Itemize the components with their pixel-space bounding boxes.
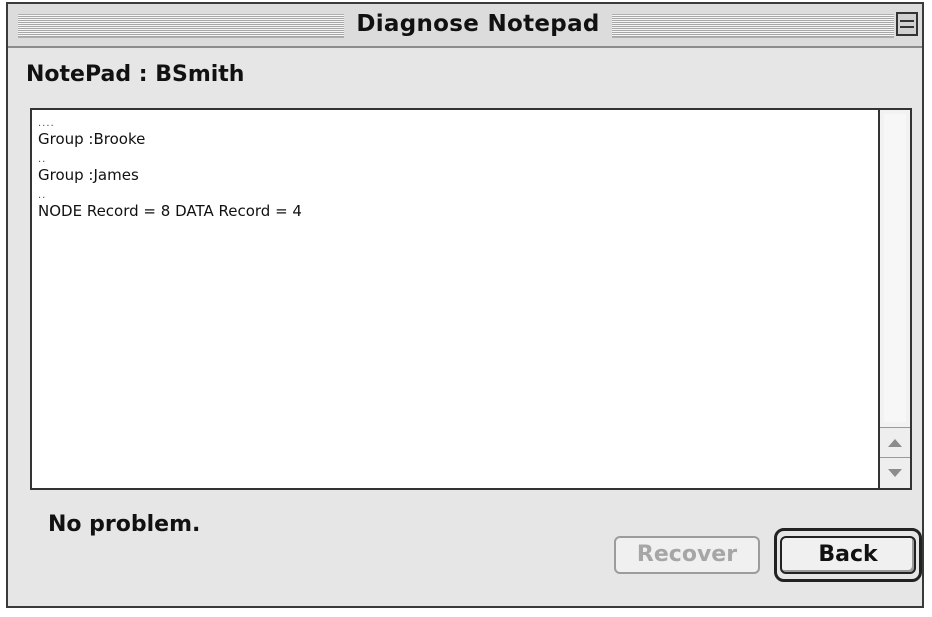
notepad-heading: NotePad : BSmith <box>26 62 245 87</box>
title-bar-stripes-left <box>18 14 344 38</box>
window-title: Diagnose Notepad <box>356 11 600 37</box>
diagnose-notepad-window: Diagnose Notepad NotePad : BSmith .... G… <box>6 2 924 608</box>
back-button[interactable]: Back <box>780 536 916 574</box>
text-line: Group :Brooke <box>38 130 146 148</box>
notepad-text-area[interactable]: .... Group :Brooke .. Group :James .. NO… <box>30 108 912 490</box>
scroll-up-arrow-icon[interactable] <box>880 427 910 458</box>
scroll-track[interactable] <box>884 114 906 422</box>
collapse-box-icon[interactable] <box>896 12 918 36</box>
vertical-scrollbar[interactable] <box>878 110 910 488</box>
text-line: .. <box>38 190 47 201</box>
text-line: Group :James <box>38 166 139 184</box>
scroll-down-arrow-icon[interactable] <box>880 457 910 488</box>
notepad-text-content: .... Group :Brooke .. Group :James .. NO… <box>38 118 868 220</box>
status-message: No problem. <box>48 512 201 537</box>
title-bar-stripes-right <box>612 14 894 38</box>
text-line: NODE Record = 8 DATA Record = 4 <box>38 202 302 220</box>
title-bar[interactable]: Diagnose Notepad <box>8 4 922 48</box>
text-line: .. <box>38 154 47 165</box>
text-line: .... <box>38 118 55 129</box>
recover-button[interactable]: Recover <box>614 536 760 574</box>
